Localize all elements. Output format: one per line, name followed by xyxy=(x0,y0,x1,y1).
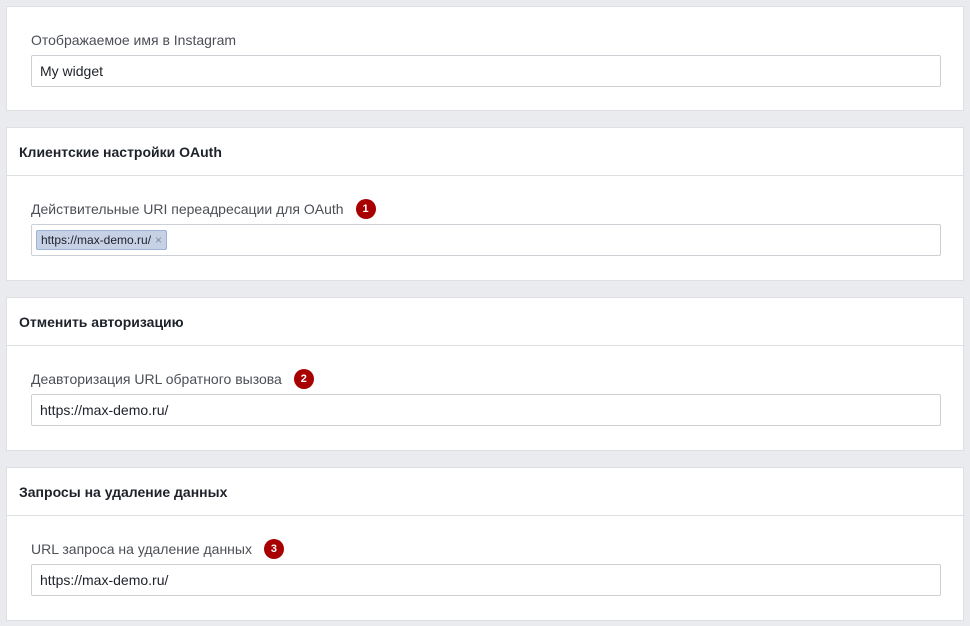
data-deletion-label-text: URL запроса на удаление данных xyxy=(31,541,252,557)
oauth-settings-header: Клиентские настройки OAuth xyxy=(7,128,963,176)
redirect-uri-token: https://max-demo.ru/ × xyxy=(36,230,168,250)
redirect-uri-token-input[interactable]: https://max-demo.ru/ × xyxy=(31,224,941,256)
data-deletion-title: Запросы на удаление данных xyxy=(19,483,228,500)
redirect-uri-token-text: https://max-demo.ru/ xyxy=(41,233,152,247)
data-deletion-label: URL запроса на удаление данных 3 xyxy=(31,539,284,559)
deauth-header: Отменить авторизацию xyxy=(7,298,963,346)
deauth-card: Отменить авторизацию Деавторизация URL о… xyxy=(6,297,964,451)
data-deletion-header: Запросы на удаление данных xyxy=(7,468,963,516)
oauth-settings-title: Клиентские настройки OAuth xyxy=(19,143,222,160)
data-deletion-value: https://max-demo.ru/ xyxy=(40,572,169,588)
deauth-callback-label-text: Деавторизация URL обратного вызова xyxy=(31,371,282,387)
display-name-card: Отображаемое имя в Instagram My widget xyxy=(6,6,964,111)
display-name-label: Отображаемое имя в Instagram xyxy=(31,32,236,48)
step-badge-2: 2 xyxy=(293,369,314,389)
display-name-value: My widget xyxy=(40,63,104,79)
redirect-uri-label: Действительные URI переадресации для OAu… xyxy=(31,199,376,219)
deauth-callback-input[interactable]: https://max-demo.ru/ xyxy=(31,394,941,426)
display-name-label-text: Отображаемое имя в Instagram xyxy=(31,32,237,48)
step-badge-1: 1 xyxy=(355,199,376,219)
data-deletion-input[interactable]: https://max-demo.ru/ xyxy=(31,564,941,596)
oauth-settings-card: Клиентские настройки OAuth Действительны… xyxy=(6,127,964,281)
deauth-title: Отменить авторизацию xyxy=(19,313,184,330)
token-remove-icon[interactable]: × xyxy=(155,233,162,247)
data-deletion-card: Запросы на удаление данных URL запроса н… xyxy=(6,467,964,621)
deauth-callback-label: Деавторизация URL обратного вызова 2 xyxy=(31,369,314,389)
redirect-uri-label-text: Действительные URI переадресации для OAu… xyxy=(31,201,344,217)
deauth-callback-value: https://max-demo.ru/ xyxy=(40,402,169,418)
display-name-input[interactable]: My widget xyxy=(31,55,941,87)
step-badge-3: 3 xyxy=(263,539,284,559)
